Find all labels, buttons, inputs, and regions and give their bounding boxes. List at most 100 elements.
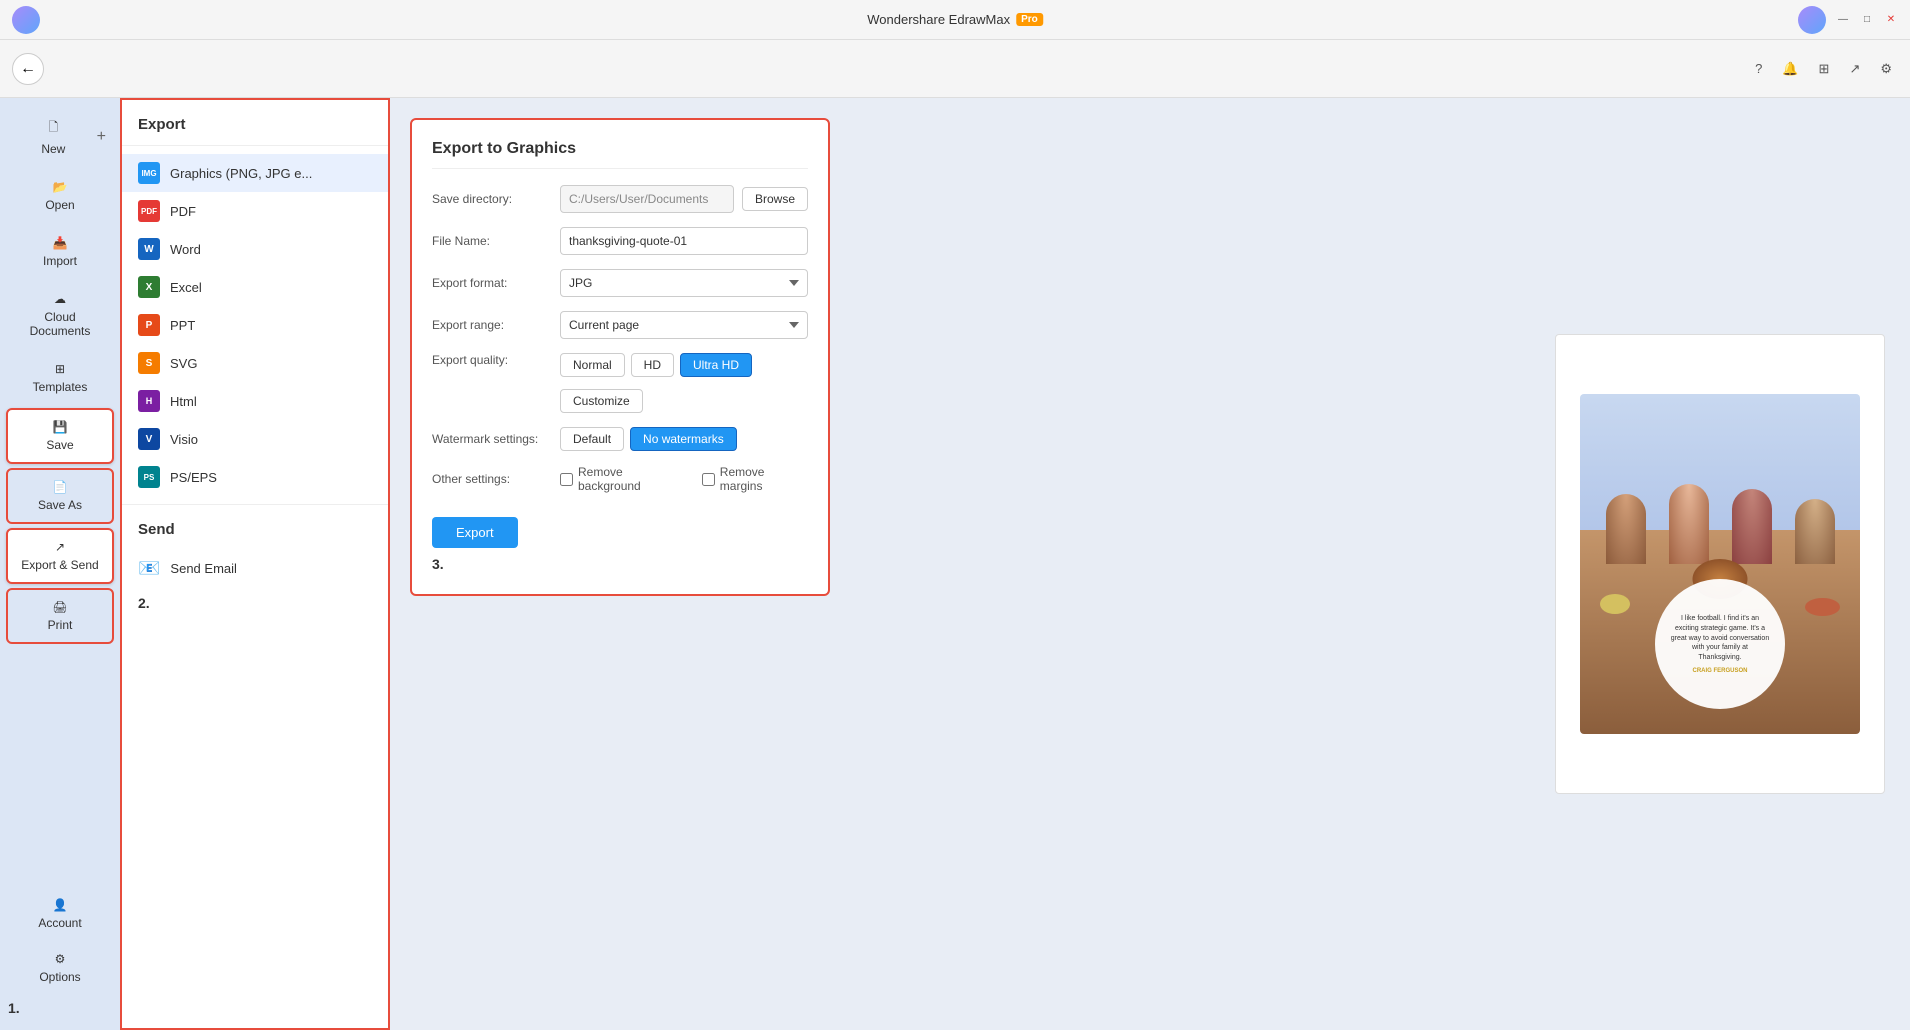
num2: 2. <box>138 595 150 611</box>
customize-button[interactable]: Customize <box>560 389 643 413</box>
remove-margins-checkbox[interactable] <box>702 473 715 486</box>
number-2-indicator: 2. <box>122 587 388 621</box>
export-range-select[interactable]: Current page All pages <box>560 311 808 339</box>
maximize-button[interactable]: □ <box>1860 13 1874 27</box>
sidebar-item-open[interactable]: 📂 Open <box>6 170 114 222</box>
sidebar-item-account[interactable]: 👤 Account <box>6 888 114 940</box>
send-item-email[interactable]: 📧 Send Email <box>122 550 388 587</box>
print-label: Print <box>48 618 73 632</box>
num3: 3. <box>432 556 444 572</box>
export-item-graphics[interactable]: IMG Graphics (PNG, JPG e... <box>122 154 388 192</box>
options-icon: ⚙ <box>55 952 66 966</box>
templates-icon: ⊞ <box>55 362 65 376</box>
quality-normal-button[interactable]: Normal <box>560 353 625 377</box>
export-item-pdf[interactable]: PDF PDF <box>122 192 388 230</box>
settings-button[interactable]: ⚙ <box>1874 58 1898 80</box>
word-label: Word <box>170 242 201 257</box>
visio-label: Visio <box>170 432 198 447</box>
html-label: Html <box>170 394 197 409</box>
export-item-word[interactable]: W Word <box>122 230 388 268</box>
remove-margins-text: Remove margins <box>720 465 808 493</box>
sidebar-item-cloud[interactable]: ☁ Cloud Documents <box>6 282 114 348</box>
options-label: Options <box>39 970 80 984</box>
export-item-excel[interactable]: X Excel <box>122 268 388 306</box>
sidebar-item-templates[interactable]: ⊞ Templates <box>6 352 114 404</box>
save-directory-input[interactable] <box>560 185 734 213</box>
file-name-label: File Name: <box>432 234 552 248</box>
preview-card: I like football. I find it's an exciting… <box>1555 334 1885 794</box>
cloud-label: Cloud Documents <box>14 310 106 338</box>
save-as-icon: 📄 <box>53 480 68 494</box>
dialog-area: Export to Graphics Save directory: Brows… <box>390 98 1530 1030</box>
avatar[interactable] <box>1798 6 1826 34</box>
sidebar: 🗋 New + 📂 Open 📥 Import ☁ Cloud Document… <box>0 98 120 1030</box>
open-label: Open <box>45 198 74 212</box>
send-section-title: Send <box>122 504 388 550</box>
account-label: Account <box>38 916 81 930</box>
quality-hd-button[interactable]: HD <box>631 353 674 377</box>
food1 <box>1600 594 1630 614</box>
account-icon: 👤 <box>53 898 68 912</box>
file-name-input[interactable] <box>560 227 808 255</box>
excel-icon: X <box>138 276 160 298</box>
pdf-icon: PDF <box>138 200 160 222</box>
sidebar-item-import[interactable]: 📥 Import <box>6 226 114 278</box>
watermark-group: Default No watermarks <box>560 427 737 451</box>
ppt-label: PPT <box>170 318 195 333</box>
export-button[interactable]: Export <box>432 517 518 548</box>
export-panel: Export IMG Graphics (PNG, JPG e... PDF P… <box>120 98 390 1030</box>
export-item-pseps[interactable]: PS PS/EPS <box>122 458 388 496</box>
pro-badge: Pro <box>1016 13 1043 26</box>
toolbar-right: ? 🔔 ⊞ ↗ ⚙ <box>1749 58 1898 80</box>
person2 <box>1669 484 1709 564</box>
save-directory-row: Save directory: Browse <box>432 185 808 213</box>
help-button[interactable]: ? <box>1749 58 1768 79</box>
share-button[interactable]: ↗ <box>1843 58 1866 80</box>
people-area <box>1594 428 1846 564</box>
remove-margins-label[interactable]: Remove margins <box>702 465 808 493</box>
watermark-none-button[interactable]: No watermarks <box>630 427 737 451</box>
browse-button[interactable]: Browse <box>742 187 808 211</box>
word-icon: W <box>138 238 160 260</box>
export-item-svg[interactable]: S SVG <box>122 344 388 382</box>
export-items-list: IMG Graphics (PNG, JPG e... PDF PDF W Wo… <box>122 154 388 496</box>
sidebar-item-save-as[interactable]: 📄 Save As <box>6 468 114 524</box>
export-item-ppt[interactable]: P PPT <box>122 306 388 344</box>
app-name: Wondershare EdrawMax <box>867 12 1010 27</box>
quote-circle: I like football. I find it's an exciting… <box>1655 579 1785 709</box>
quality-ultrahd-button[interactable]: Ultra HD <box>680 353 752 377</box>
export-item-visio[interactable]: V Visio <box>122 420 388 458</box>
remove-bg-checkbox[interactable] <box>560 473 573 486</box>
customize-row: Customize <box>560 383 808 413</box>
sidebar-item-options[interactable]: ⚙ Options <box>6 942 114 994</box>
export-item-html[interactable]: H Html <box>122 382 388 420</box>
sidebar-item-export[interactable]: ↗ Export & Send <box>6 528 114 584</box>
close-button[interactable]: ✕ <box>1884 13 1898 27</box>
export-format-select[interactable]: JPG PNG BMP <box>560 269 808 297</box>
watermark-default-button[interactable]: Default <box>560 427 624 451</box>
remove-bg-label[interactable]: Remove background <box>560 465 686 493</box>
cloud-icon: ☁ <box>54 292 66 306</box>
pseps-label: PS/EPS <box>170 470 217 485</box>
excel-label: Excel <box>170 280 202 295</box>
remove-bg-text: Remove background <box>578 465 686 493</box>
checkbox-group: Remove background Remove margins <box>560 465 808 493</box>
thanksgiving-preview: I like football. I find it's an exciting… <box>1580 394 1860 734</box>
save-label: Save <box>46 438 73 452</box>
email-icon: 📧 <box>138 558 160 579</box>
notification-button[interactable]: 🔔 <box>1776 58 1804 80</box>
num1: 1. <box>8 1000 20 1016</box>
graphics-label: Graphics (PNG, JPG e... <box>170 166 312 181</box>
minimize-button[interactable]: — <box>1836 13 1850 27</box>
plus-icon[interactable]: + <box>97 128 106 146</box>
pdf-label: PDF <box>170 204 196 219</box>
sidebar-item-save[interactable]: 💾 Save <box>6 408 114 464</box>
export-format-row: Export format: JPG PNG BMP <box>432 269 808 297</box>
pseps-icon: PS <box>138 466 160 488</box>
back-button[interactable]: ← <box>12 53 44 85</box>
sidebar-item-print[interactable]: 🖨 Print <box>6 588 114 644</box>
svg-label: SVG <box>170 356 197 371</box>
main-layout: 🗋 New + 📂 Open 📥 Import ☁ Cloud Document… <box>0 98 1910 1030</box>
sidebar-item-new[interactable]: 🗋 New + <box>6 108 114 166</box>
grid-button[interactable]: ⊞ <box>1813 58 1836 80</box>
